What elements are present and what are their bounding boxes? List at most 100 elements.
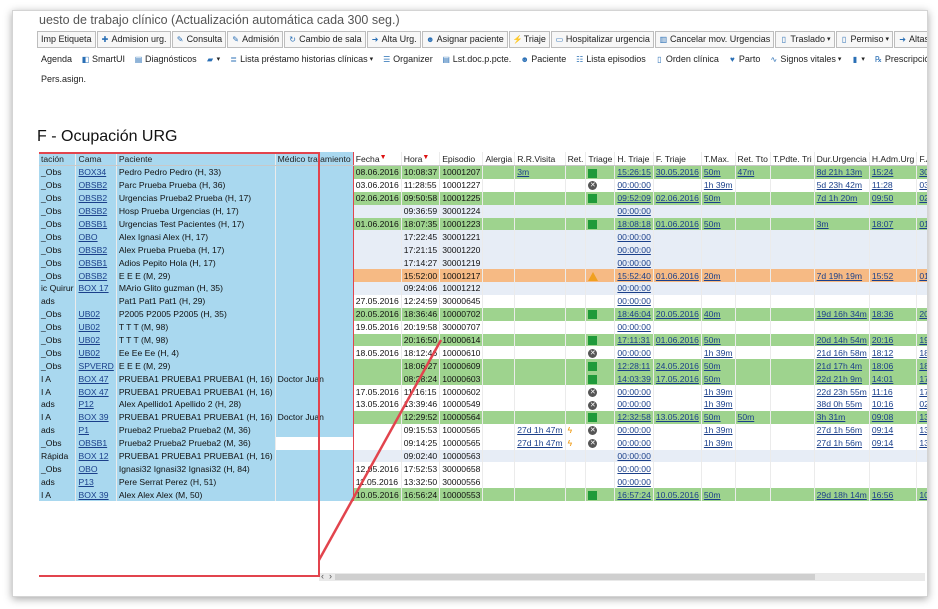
- fadm-cell[interactable]: 03.06.2016: [916, 178, 927, 192]
- cama-cell[interactable]: BOX 12: [75, 449, 117, 463]
- hadm-value[interactable]: 14:01: [872, 374, 894, 384]
- cama-value[interactable]: OBSB2: [78, 245, 107, 255]
- cama-cell[interactable]: P13: [75, 475, 117, 489]
- rettto-cell[interactable]: [735, 256, 771, 270]
- cama-cell[interactable]: OBSB1: [75, 217, 117, 231]
- table-row[interactable]: _Obs OBSB2 Parc Prueba Prueba (H, 36) 03.06…: [39, 178, 927, 192]
- fadm-cell[interactable]: 13.05.2016: [916, 423, 927, 437]
- htriaje-cell[interactable]: 09:52:09: [614, 191, 654, 205]
- column-header[interactable]: Ret.: [565, 152, 587, 166]
- hadm-cell[interactable]: 09:08: [869, 410, 918, 424]
- hadm-value[interactable]: 20:16: [872, 335, 894, 345]
- dur-value[interactable]: 27d 1h 56m: [817, 425, 862, 435]
- hadm-value[interactable]: 09:14: [872, 438, 894, 448]
- ftriaje-cell[interactable]: [653, 423, 702, 437]
- table-row[interactable]: _Obs OBO Ignasi32 Ignasi32 Ignasi32 (H, 84…: [39, 462, 927, 476]
- table-row[interactable]: _Obs OBSB1 Urgencias Test Pacientes (H, 17…: [39, 217, 927, 231]
- admisi-n-button[interactable]: ✎ Admisión: [227, 30, 284, 48]
- htriaje-cell[interactable]: 00:00:00: [614, 294, 654, 308]
- rrvisita-cell[interactable]: [514, 217, 566, 231]
- imp-etiqueta-button[interactable]: Imp Etiqueta: [37, 30, 96, 48]
- rrvisita-cell[interactable]: [514, 320, 566, 334]
- paciente-button[interactable]: ☻ Paciente: [516, 51, 570, 68]
- dur-cell[interactable]: 5d 23h 42m: [814, 178, 870, 192]
- signos-vitales-button[interactable]: ∿ Signos vitales ▾: [765, 51, 845, 68]
- tmax-cell[interactable]: 50m: [701, 372, 736, 386]
- hadm-cell[interactable]: [869, 449, 918, 463]
- htriaje-cell[interactable]: 00:00:00: [614, 178, 654, 192]
- cama-value[interactable]: P12: [78, 399, 93, 409]
- fadm-value[interactable]: 18.05.2016: [919, 361, 927, 371]
- cama-cell[interactable]: SPVERD: [75, 359, 117, 373]
- hadm-cell[interactable]: 11:28: [869, 178, 918, 192]
- hadm-value[interactable]: 18:07: [872, 219, 894, 229]
- fadm-value[interactable]: 02.06.2016: [919, 193, 927, 203]
- htriaje-value[interactable]: 00:00:00: [617, 296, 650, 306]
- hadm-cell[interactable]: 18:07: [869, 217, 918, 231]
- column-header[interactable]: Dur.Urgencia: [814, 152, 870, 166]
- tmax-cell[interactable]: 1h 39m: [701, 398, 736, 411]
- triaje-button[interactable]: ⚡ Triaje: [508, 30, 550, 48]
- cama-value[interactable]: UB02: [78, 348, 100, 358]
- cama-value[interactable]: P1: [78, 425, 89, 435]
- tmax-cell[interactable]: 50m: [701, 217, 736, 231]
- table-row[interactable]: _Obs OBSB1 Adios Pepito Hola (H, 17) 17:14:…: [39, 256, 927, 270]
- cama-value[interactable]: OBSB1: [78, 258, 107, 268]
- dur-cell[interactable]: 22d 21h 9m: [814, 372, 870, 386]
- dur-value[interactable]: 21d 16h 58m: [817, 348, 867, 358]
- hadm-cell[interactable]: [869, 282, 918, 295]
- dur-value[interactable]: 27d 1h 56m: [817, 438, 862, 448]
- rettto-cell[interactable]: [735, 178, 771, 192]
- table-row[interactable]: _Obs OBSB2 Urgencias Prueba2 Prueba (H, 17…: [39, 191, 927, 205]
- ftriaje-cell[interactable]: [653, 449, 702, 463]
- dur-value[interactable]: 8d 21h 13m: [817, 167, 862, 177]
- hospitalizar-urgencia-button[interactable]: ▭ Hospitalizar urgencia: [550, 30, 654, 48]
- fadm-value[interactable]: 01.06.2016: [919, 271, 927, 281]
- dur-value[interactable]: 19d 16h 34m: [817, 309, 867, 319]
- rettto-value[interactable]: 47m: [738, 167, 755, 177]
- dur-cell[interactable]: 8d 21h 13m: [814, 165, 870, 179]
- rrvisita-cell[interactable]: [514, 410, 566, 424]
- htriaje-value[interactable]: 00:00:00: [617, 348, 650, 358]
- tmax-value[interactable]: 40m: [704, 309, 721, 319]
- dur-cell[interactable]: 21d 16h 58m: [814, 346, 870, 360]
- cama-value[interactable]: OBSB2: [78, 206, 107, 216]
- cama-value[interactable]: BOX 12: [78, 451, 108, 461]
- ftriaje-cell[interactable]: [653, 178, 702, 192]
- dur-value[interactable]: 20d 14h 54m: [817, 335, 867, 345]
- ftriaje-cell[interactable]: 20.05.2016: [653, 307, 702, 321]
- fadm-cell[interactable]: 13.05.2016: [916, 436, 927, 450]
- dur-value[interactable]: 3h 31m: [817, 412, 846, 422]
- column-header[interactable]: F.Adm.Urg: [916, 152, 927, 166]
- ftriaje-cell[interactable]: [653, 282, 702, 295]
- column-header[interactable]: Hora▼: [401, 152, 441, 166]
- rrvisita-cell[interactable]: [514, 282, 566, 295]
- rrvisita-value[interactable]: 27d 1h 47m: [517, 425, 562, 435]
- dur-cell[interactable]: [814, 256, 870, 270]
- htriaje-cell[interactable]: 12:28:11: [614, 359, 654, 373]
- ftriaje-cell[interactable]: [653, 385, 702, 399]
- ftriaje-value[interactable]: 13.05.2016: [656, 412, 699, 422]
- folder-icon-button[interactable]: ▰ ▾: [202, 51, 225, 68]
- ftriaje-cell[interactable]: [653, 204, 702, 218]
- dur-cell[interactable]: 7d 19h 19m: [814, 269, 870, 283]
- htriaje-value[interactable]: 00:00:00: [617, 206, 650, 216]
- cama-value[interactable]: BOX 17: [78, 283, 108, 293]
- table-row[interactable]: I A BOX 39 PRUEBA1 PRUEBA1 PRUEBA1 (H, 16)…: [39, 410, 927, 424]
- ftriaje-cell[interactable]: 13.05.2016: [653, 410, 702, 424]
- hadm-cell[interactable]: [869, 294, 918, 308]
- hadm-value[interactable]: 18:06: [872, 361, 894, 371]
- dur-value[interactable]: 5d 23h 42m: [817, 180, 862, 190]
- dur-cell[interactable]: 27d 1h 56m: [814, 436, 870, 450]
- tmax-cell[interactable]: 50m: [701, 359, 736, 373]
- cama-cell[interactable]: OBSB1: [75, 436, 117, 450]
- table-row[interactable]: _Obs OBSB1 Prueba2 Prueba2 Prueba2 (M, 36)…: [39, 436, 927, 450]
- htriaje-value[interactable]: 18:46:04: [617, 309, 650, 319]
- rettto-cell[interactable]: [735, 217, 771, 231]
- rettto-cell[interactable]: [735, 333, 771, 347]
- tmax-cell[interactable]: 50m: [701, 488, 736, 502]
- htriaje-cell[interactable]: 00:00:00: [614, 282, 654, 295]
- tmax-value[interactable]: 20m: [704, 271, 721, 281]
- tmax-value[interactable]: 50m: [704, 412, 721, 422]
- ftriaje-cell[interactable]: [653, 462, 702, 476]
